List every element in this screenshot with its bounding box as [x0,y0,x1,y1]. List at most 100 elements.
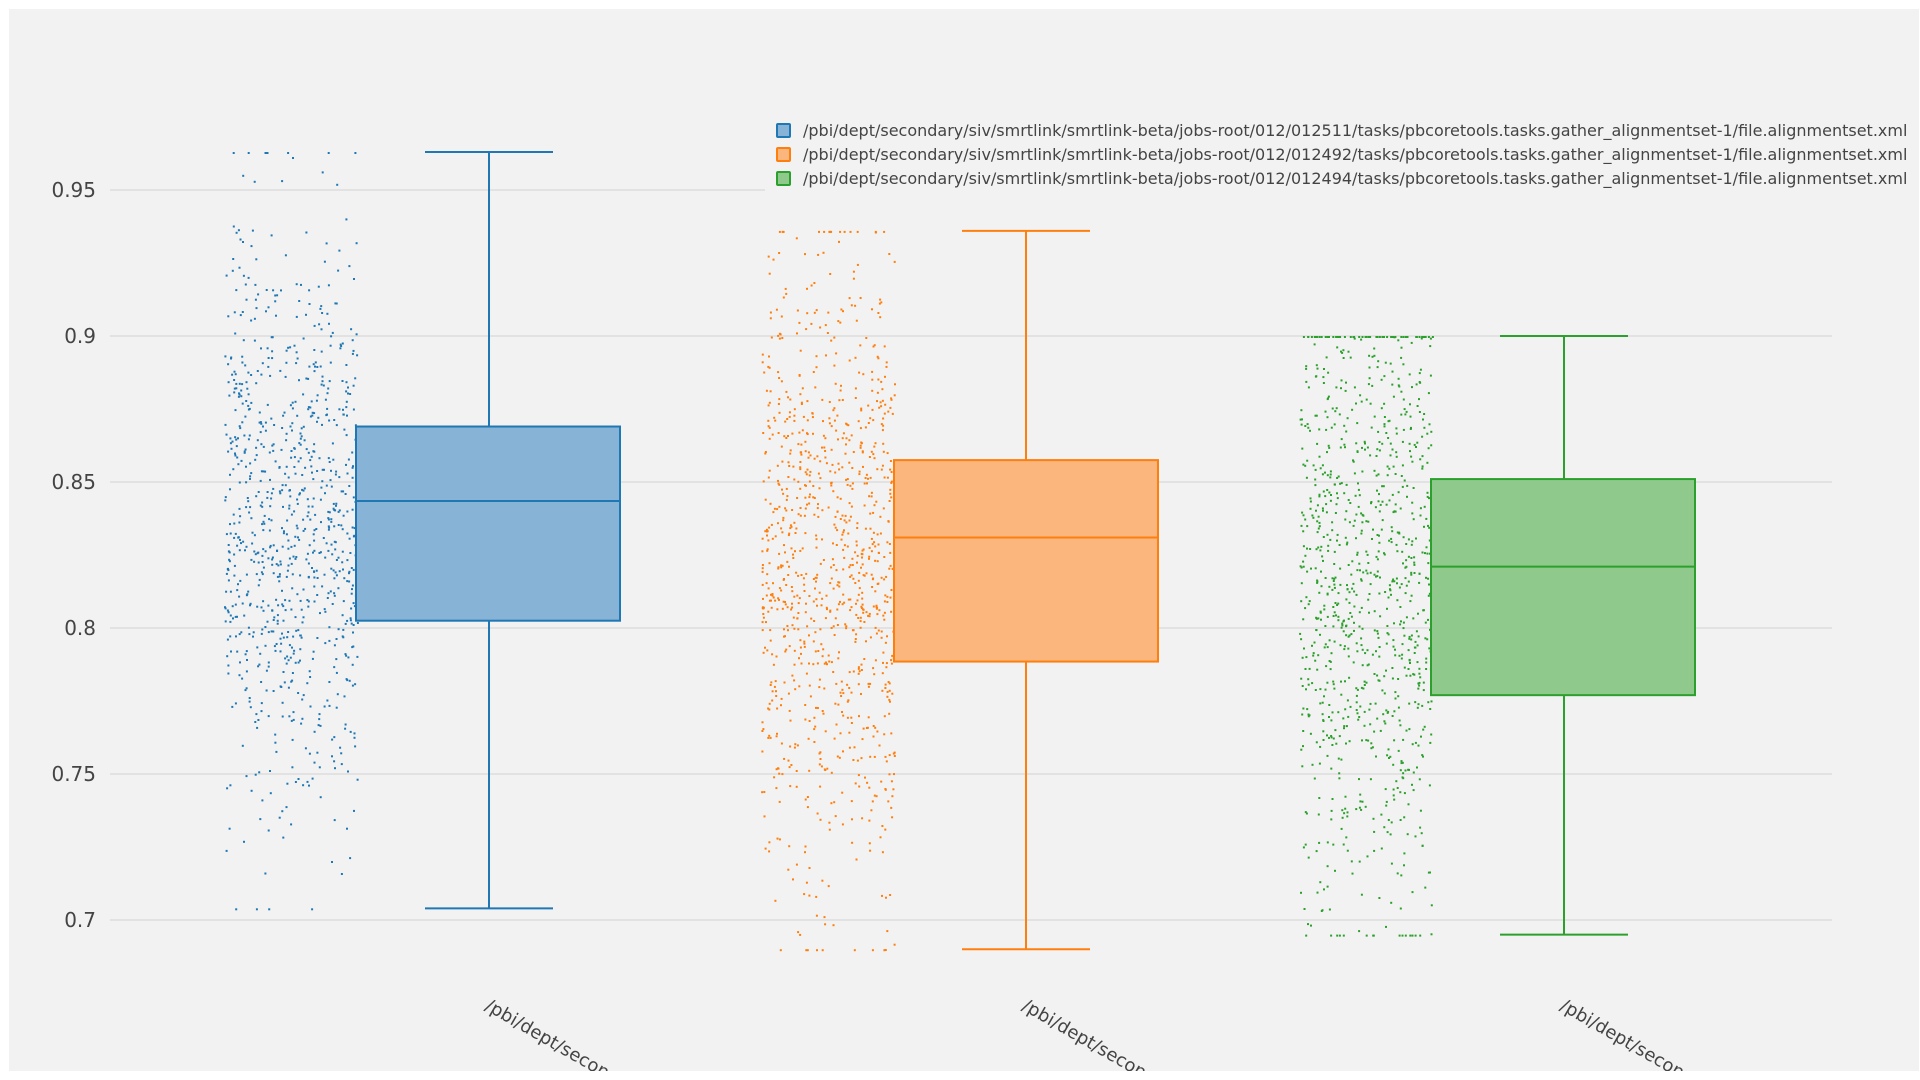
data-point [237,229,240,232]
interquartile-box[interactable] [355,425,621,622]
data-point [1390,593,1392,596]
interquartile-box[interactable] [1430,478,1696,697]
data-point [290,450,293,452]
data-point [1318,455,1321,458]
y-tick-label: 0.75 [51,762,96,786]
data-point [805,602,807,605]
data-point [1424,552,1426,555]
data-point [1426,491,1429,494]
data-point [774,599,777,602]
data-point [860,693,862,695]
data-point [784,507,787,510]
data-point [313,443,316,446]
data-point [1329,499,1332,502]
legend-label: /pbi/dept/secondary/siv/smrtlink/smrtlin… [803,169,1907,189]
data-point [281,589,283,592]
data-point [795,785,798,788]
data-point [274,300,277,303]
data-point [769,684,772,686]
data-point [854,551,857,554]
data-point [796,332,798,335]
legend-item[interactable]: /pbi/dept/secondary/siv/smrtlink/smrtlin… [776,145,1907,165]
data-point [893,394,896,397]
data-point [1357,718,1360,721]
data-point [787,759,790,762]
data-point [1413,652,1416,654]
data-point [867,716,870,719]
data-point [792,553,794,556]
box-series[interactable] [1430,335,1696,936]
data-point [227,363,230,366]
data-point [821,446,823,449]
legend[interactable]: /pbi/dept/secondary/siv/smrtlink/smrtlin… [765,113,1915,197]
data-point [1392,645,1395,648]
data-point [1333,563,1336,565]
data-point [247,626,250,629]
legend-item[interactable]: /pbi/dept/secondary/siv/smrtlink/smrtlin… [776,169,1907,189]
data-point [1418,681,1421,684]
data-point [333,666,336,669]
data-point [288,504,291,507]
data-point [1336,539,1338,542]
data-point [841,437,844,440]
data-point [869,512,872,515]
data-point [1344,680,1346,683]
data-point [823,916,826,919]
box-series[interactable] [893,229,1159,951]
data-point [793,521,796,524]
data-point [298,300,301,302]
data-point [250,374,253,376]
data-point [316,420,318,423]
data-point [868,557,870,560]
data-point [334,302,337,305]
box-series[interactable] [355,151,621,910]
data-point [800,403,803,405]
data-point [815,309,818,312]
interquartile-box[interactable] [893,459,1159,663]
data-point [780,445,783,448]
data-point [1326,451,1328,454]
data-point [1399,606,1402,608]
data-point [798,374,801,377]
data-point [813,741,816,743]
data-point [777,403,780,405]
data-point [268,529,271,532]
data-point [1409,403,1411,406]
data-point [264,421,267,424]
data-point [856,263,859,266]
data-point [1331,744,1334,746]
data-point [1425,657,1428,660]
data-point [862,574,865,577]
data-point [889,564,892,567]
data-point [258,411,261,414]
data-point [1356,551,1359,554]
data-point [253,534,256,537]
data-point [772,663,775,666]
data-point [250,789,253,792]
data-point [1401,550,1404,553]
data-point [229,532,232,535]
data-point [865,572,868,575]
data-point [260,702,263,705]
data-point [864,426,867,429]
data-point [761,361,764,364]
data-point [824,617,827,620]
data-point [797,443,800,446]
data-point [833,364,836,367]
data-point [296,502,299,505]
data-point [266,491,269,493]
data-point [870,550,873,553]
data-point [1332,336,1335,338]
data-point [1314,375,1317,378]
data-point [763,371,766,374]
data-point [809,695,812,698]
data-point [870,573,873,576]
data-point [1399,769,1402,772]
data-point [874,590,877,593]
data-point [824,324,827,327]
data-point [1385,432,1388,434]
data-point [1300,582,1303,585]
data-point [1387,420,1390,423]
legend-item[interactable]: /pbi/dept/secondary/siv/smrtlink/smrtlin… [776,121,1907,141]
data-point [868,546,871,549]
